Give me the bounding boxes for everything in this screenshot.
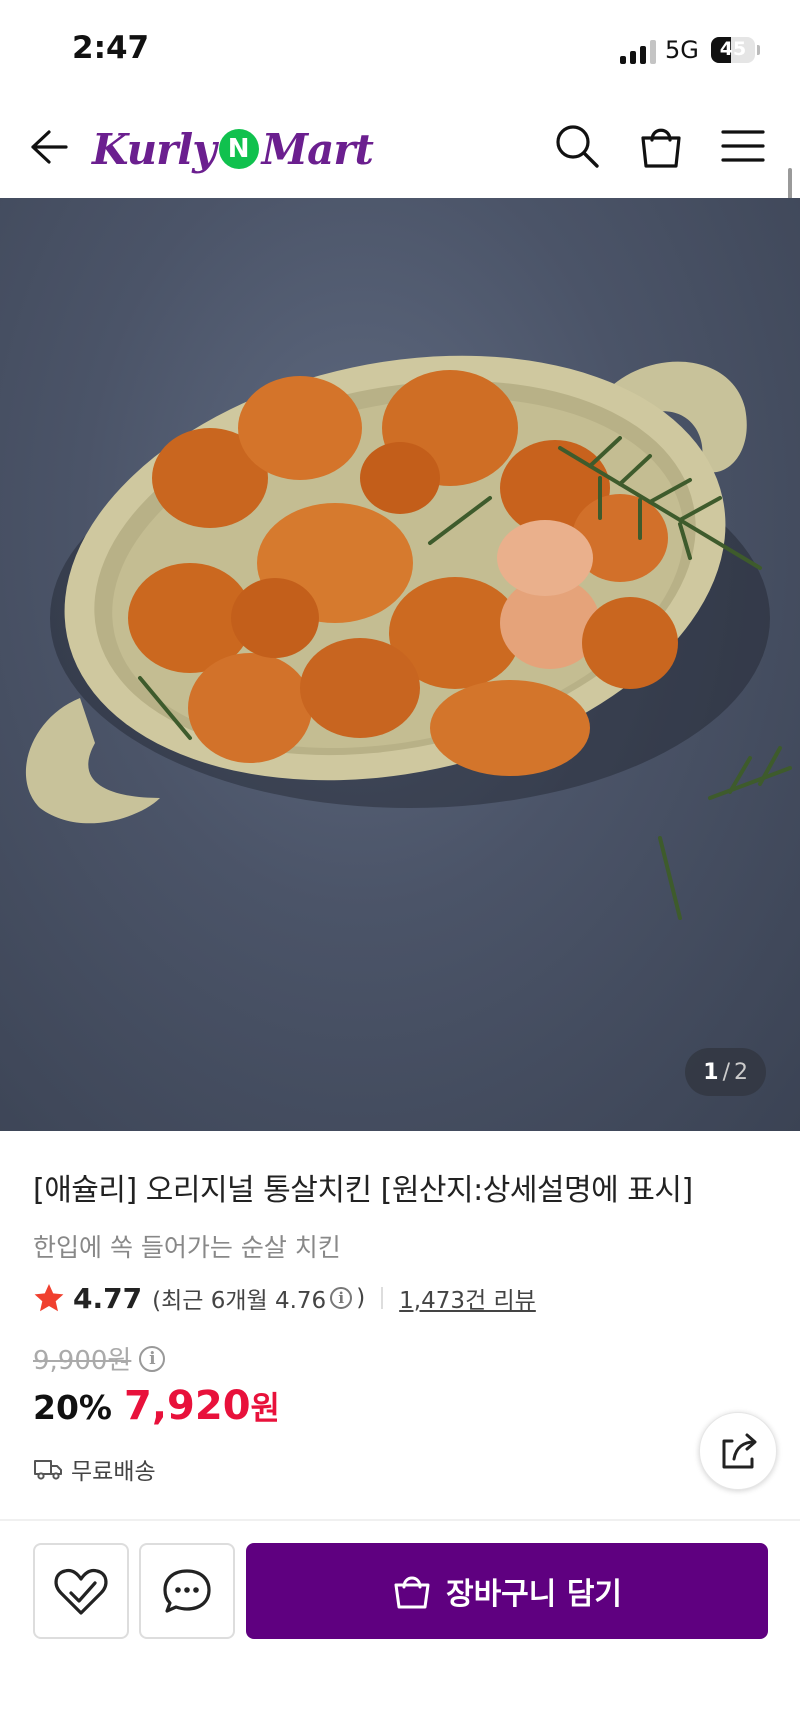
battery-icon: 45 xyxy=(711,37,755,63)
logo-badge: N xyxy=(218,129,259,169)
add-to-cart-button[interactable]: 장바구니 담기 xyxy=(246,1543,768,1639)
share-button[interactable] xyxy=(699,1412,777,1490)
search-button[interactable] xyxy=(552,121,602,171)
menu-icon xyxy=(721,130,765,162)
status-bar: 2:47 5G 45 xyxy=(0,0,800,100)
search-icon xyxy=(556,125,599,168)
currency-unit: 원 xyxy=(250,1389,280,1427)
kurly-mart-logo[interactable]: Kurly N Mart xyxy=(92,118,374,180)
share-icon xyxy=(722,1433,757,1469)
gallery-total: 2 xyxy=(734,1059,748,1085)
battery-level: 45 xyxy=(719,38,747,60)
price-info-icon[interactable]: i xyxy=(139,1345,166,1372)
logo-text-mart: Mart xyxy=(261,124,374,174)
delivery-truck-icon xyxy=(34,1460,62,1480)
gallery-separator: / xyxy=(722,1059,730,1085)
rating-divider xyxy=(381,1287,384,1309)
logo-text-kurly: Kurly xyxy=(92,124,217,174)
signal-icon xyxy=(620,40,656,64)
bottom-divider xyxy=(0,1519,800,1521)
info-icon[interactable]: i xyxy=(330,1287,353,1309)
fried-chicken-photo xyxy=(25,355,792,920)
price-row: 20% 7,920 원 xyxy=(33,1383,280,1429)
original-price: 9,900원 xyxy=(33,1346,132,1376)
cart-bag-icon xyxy=(394,1576,430,1609)
delivery-label: 무료배송 xyxy=(71,1459,156,1485)
cart-header-button[interactable] xyxy=(636,121,686,171)
star-icon xyxy=(34,1284,64,1312)
network-label: 5G xyxy=(665,36,699,64)
status-time: 2:47 xyxy=(72,30,150,66)
inquiry-button[interactable] xyxy=(139,1543,235,1639)
rating-row: 4.77 (최근 6개월 4.76 i ) 1,473건 리뷰 xyxy=(33,1278,536,1318)
product-subtitle: 한입에 쏙 들어가는 순살 치킨 xyxy=(33,1233,341,1262)
rating-score: 4.77 xyxy=(73,1281,143,1315)
recent-rating-text: (최근 6개월 4.76 xyxy=(152,1288,327,1314)
back-arrow-icon xyxy=(31,130,68,164)
shopping-bag-icon xyxy=(641,128,681,168)
wishlist-button[interactable] xyxy=(33,1543,129,1639)
original-price-row: 9,900원 i xyxy=(33,1340,166,1377)
product-title: [애슐리] 오리지널 통살치킨 [원산지:상세설명에 표시] xyxy=(33,1173,693,1208)
back-button[interactable] xyxy=(26,124,72,170)
chat-bubble-icon xyxy=(163,1569,211,1613)
menu-button[interactable] xyxy=(718,124,768,168)
recent-rating-close: ) xyxy=(356,1285,366,1311)
battery-tip xyxy=(757,45,760,55)
recent-rating: (최근 6개월 4.76 i ) xyxy=(152,1281,365,1315)
gallery-current: 1 xyxy=(703,1059,719,1085)
discount-rate: 20% xyxy=(33,1388,112,1427)
review-count-link[interactable]: 1,473건 리뷰 xyxy=(399,1281,536,1315)
product-image[interactable]: 1 / 2 xyxy=(0,198,800,1131)
gallery-pager: 1 / 2 xyxy=(685,1048,766,1096)
sale-price: 7,920 xyxy=(124,1383,251,1429)
heart-icon xyxy=(54,1568,108,1615)
delivery-info: 무료배송 xyxy=(33,1452,156,1486)
add-to-cart-label: 장바구니 담기 xyxy=(445,1577,623,1612)
